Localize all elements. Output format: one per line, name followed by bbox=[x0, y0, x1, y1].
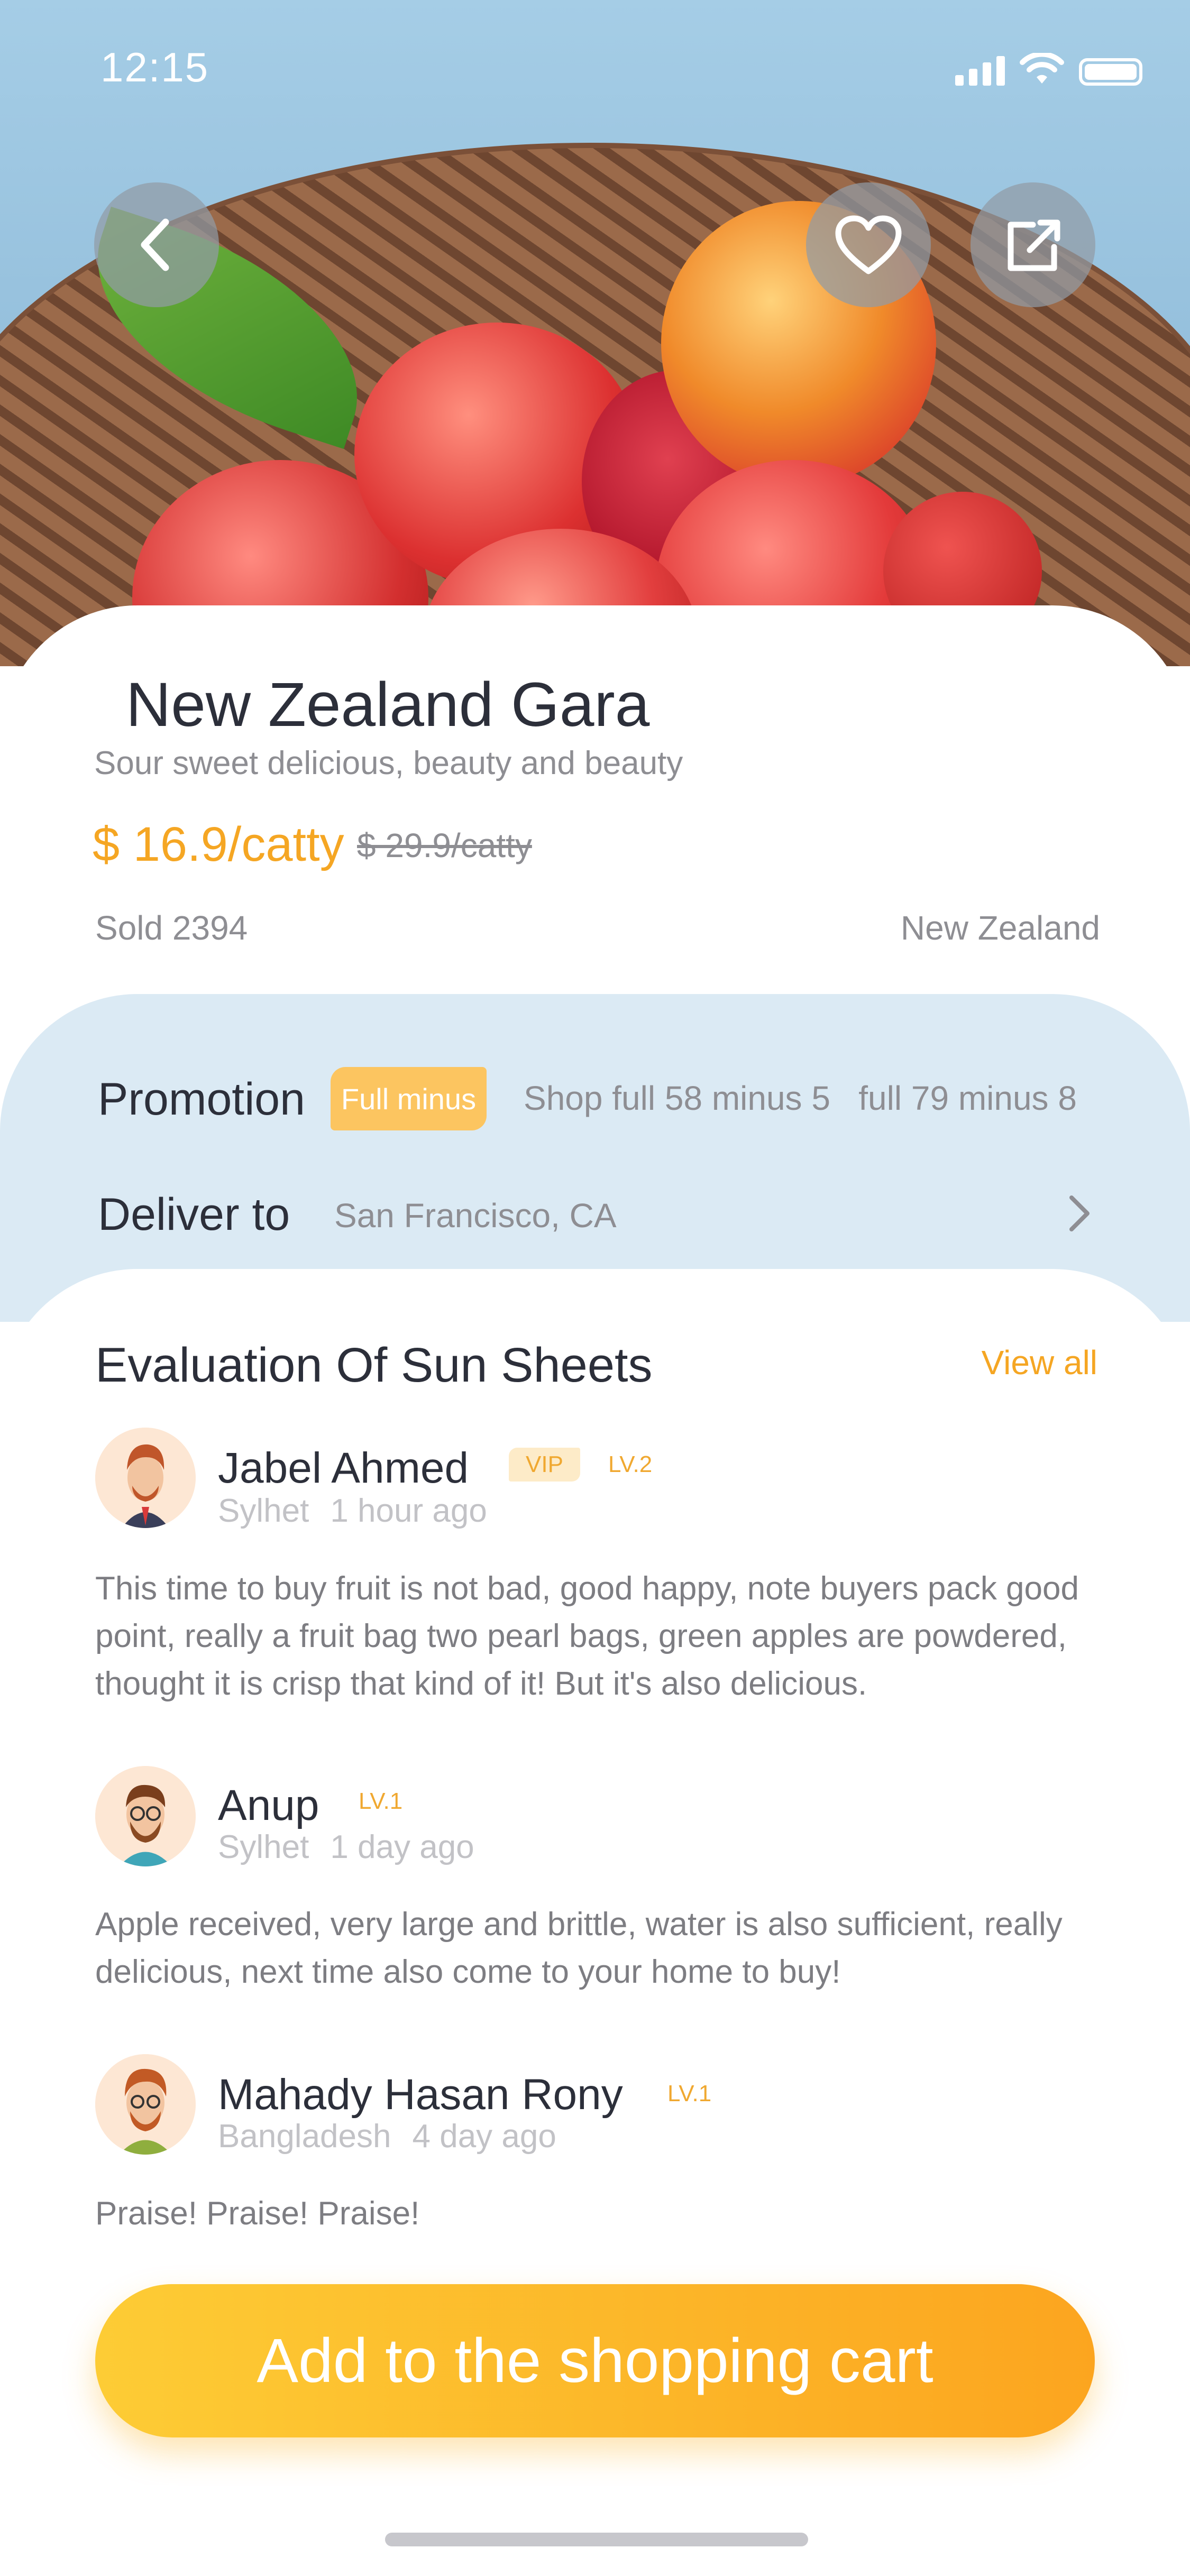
promotion-text: Shop full 58 minus 5 full 79 minus 8 bbox=[524, 1079, 1077, 1117]
vip-badge: VIP bbox=[509, 1448, 580, 1482]
product-origin: New Zealand bbox=[900, 909, 1100, 947]
avatar[interactable] bbox=[95, 1428, 196, 1528]
back-button[interactable] bbox=[94, 182, 219, 307]
reviewer-location: Sylhet bbox=[218, 1493, 309, 1529]
cellular-signal-icon bbox=[955, 56, 1005, 86]
sold-count: Sold 2394 bbox=[95, 909, 248, 947]
review-text: This time to buy fruit is not bad, good … bbox=[95, 1570, 1079, 1702]
home-indicator[interactable] bbox=[385, 2533, 808, 2546]
evaluation-title: Evaluation Of Sun Sheets bbox=[95, 1338, 653, 1392]
wifi-icon bbox=[1020, 53, 1064, 84]
deliver-label: Deliver to bbox=[98, 1189, 290, 1240]
add-to-cart-button[interactable]: Add to the shopping cart bbox=[95, 2284, 1095, 2437]
original-price: $ 29.9/catty bbox=[357, 826, 532, 864]
product-title: New Zealand Gara bbox=[126, 670, 650, 740]
share-icon bbox=[1008, 219, 1060, 271]
avatar[interactable] bbox=[95, 1766, 196, 1866]
product-hero-image: 12:15 bbox=[0, 0, 1190, 666]
review-meta: Bangladesh 4 day ago bbox=[218, 2118, 556, 2155]
reviewer-name: Jabel Ahmed bbox=[218, 1444, 469, 1492]
battery-icon bbox=[1079, 58, 1142, 86]
avatar-illustration bbox=[95, 2054, 196, 2155]
status-icons bbox=[955, 53, 1142, 86]
level-badge: LV.1 bbox=[667, 2081, 712, 2106]
promotion-tag: Full minus bbox=[331, 1067, 487, 1130]
reviewer-location: Bangladesh bbox=[218, 2118, 391, 2155]
reviewer-location: Sylhet bbox=[218, 1829, 309, 1865]
reviewer-name: Mahady Hasan Rony bbox=[218, 2071, 623, 2119]
review-meta: Sylhet 1 day ago bbox=[218, 1828, 474, 1866]
product-subtitle: Sour sweet delicious, beauty and beauty bbox=[94, 745, 683, 781]
back-arrow-icon bbox=[141, 218, 169, 271]
promotion-label: Promotion bbox=[98, 1074, 305, 1125]
product-price: $ 16.9/catty bbox=[93, 817, 344, 871]
share-button[interactable] bbox=[971, 182, 1095, 307]
review-text: Apple received, very large and brittle, … bbox=[95, 1906, 1063, 1990]
review-text: Praise! Praise! Praise! bbox=[95, 2195, 420, 2232]
review-time: 1 day ago bbox=[330, 1829, 474, 1865]
view-all-link[interactable]: View all bbox=[982, 1343, 1097, 1382]
deliver-address[interactable]: San Francisco, CA bbox=[334, 1196, 617, 1235]
avatar[interactable] bbox=[95, 2054, 196, 2155]
chevron-right-icon[interactable] bbox=[1058, 1192, 1100, 1235]
heart-icon bbox=[835, 215, 902, 274]
review-time: 4 day ago bbox=[412, 2118, 556, 2155]
level-badge: LV.1 bbox=[359, 1788, 403, 1814]
review-meta: Sylhet 1 hour ago bbox=[218, 1492, 487, 1530]
avatar-illustration bbox=[95, 1766, 196, 1866]
avatar-illustration bbox=[95, 1428, 196, 1528]
level-badge: LV.2 bbox=[608, 1451, 653, 1477]
review-time: 1 hour ago bbox=[330, 1493, 487, 1529]
status-time: 12:15 bbox=[100, 44, 209, 90]
favorite-button[interactable] bbox=[806, 182, 931, 307]
reviewer-name: Anup bbox=[218, 1781, 319, 1829]
